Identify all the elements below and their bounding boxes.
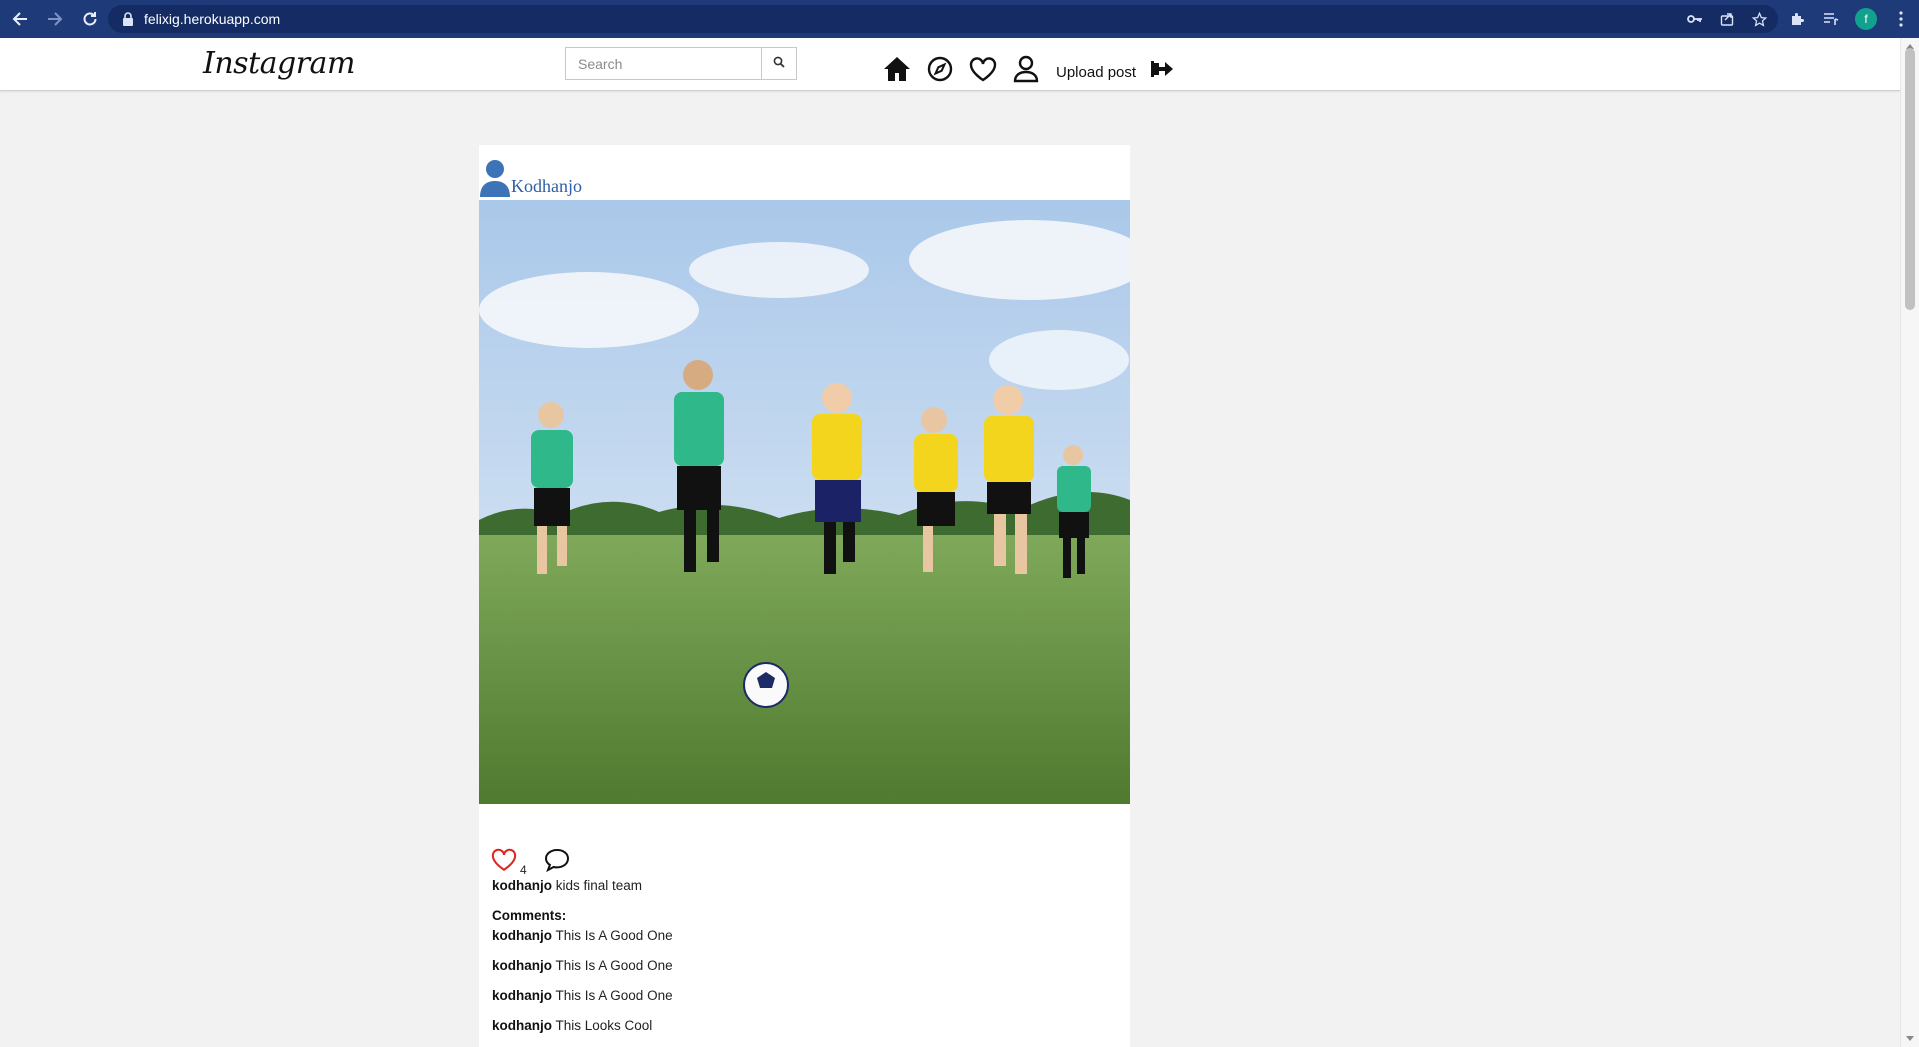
search-button[interactable]: [761, 47, 797, 80]
lock-icon: [120, 11, 136, 27]
post-card: Kodhanjo 4 kodhanjo kids final team Comm…: [479, 145, 1130, 1047]
post-image: [479, 200, 1130, 804]
profile-user-icon[interactable]: [1009, 54, 1043, 84]
comment-item: kodhanjo This Is A Good One: [492, 958, 673, 973]
page-scrollbar[interactable]: [1900, 38, 1919, 1047]
explore-compass-icon[interactable]: [923, 54, 957, 84]
reading-list-icon[interactable]: [1821, 9, 1841, 29]
scroll-down-arrow[interactable]: [1906, 1036, 1914, 1041]
more-vertical-icon[interactable]: [1891, 9, 1911, 29]
search-input[interactable]: [565, 47, 761, 80]
profile-avatar[interactable]: f: [1855, 8, 1877, 30]
post-caption: kodhanjo kids final team: [492, 878, 642, 893]
comment-text: This Is A Good One: [555, 988, 673, 1003]
browser-toolbar: felixig.herokuapp.com f: [0, 0, 1919, 38]
comment-text: This Is A Good One: [555, 958, 673, 973]
comment-item: kodhanjo This Looks Cool: [492, 1018, 652, 1033]
scrollbar-thumb[interactable]: [1905, 48, 1915, 310]
share-icon[interactable]: [1718, 10, 1736, 28]
comment-item: kodhanjo This Is A Good One: [492, 928, 673, 943]
like-count: 4: [520, 863, 527, 877]
comments-heading: Comments:: [492, 908, 567, 923]
heart-activity-icon[interactable]: [966, 54, 1000, 84]
logout-icon[interactable]: [1150, 54, 1174, 84]
nav-icons: Upload post: [880, 54, 1183, 84]
caption-username[interactable]: kodhanjo: [492, 878, 552, 893]
search-icon: [773, 56, 785, 71]
instagram-logo[interactable]: Instagram: [203, 46, 355, 81]
app-navbar: Instagram Upload post: [0, 38, 1900, 91]
post-actions: 4: [491, 848, 570, 877]
comment-username[interactable]: kodhanjo: [492, 958, 552, 973]
comment-item: kodhanjo This Is A Good One: [492, 988, 673, 1003]
key-icon[interactable]: [1686, 10, 1704, 28]
search-form: [565, 47, 797, 80]
user-avatar-icon[interactable]: [479, 159, 511, 199]
upload-post-link[interactable]: Upload post: [1056, 64, 1136, 81]
comment-text: This Is A Good One: [555, 928, 673, 943]
comment-text: This Looks Cool: [555, 1018, 653, 1033]
comment-username[interactable]: kodhanjo: [492, 988, 552, 1003]
home-icon[interactable]: [880, 54, 914, 84]
back-arrow-icon[interactable]: [5, 4, 35, 34]
comment-bubble-icon[interactable]: [544, 848, 570, 877]
reload-icon[interactable]: [75, 4, 105, 34]
star-icon[interactable]: [1750, 10, 1768, 28]
extensions-puzzle-icon[interactable]: [1787, 9, 1807, 29]
post-header: Kodhanjo: [479, 153, 582, 199]
address-bar[interactable]: felixig.herokuapp.com: [108, 5, 1778, 33]
caption-text: kids final team: [555, 878, 643, 893]
url-text: felixig.herokuapp.com: [144, 11, 281, 27]
post-author-link[interactable]: Kodhanjo: [511, 176, 582, 197]
comment-username[interactable]: kodhanjo: [492, 1018, 552, 1033]
comment-username[interactable]: kodhanjo: [492, 928, 552, 943]
like-heart-icon[interactable]: [491, 848, 517, 877]
forward-arrow-icon[interactable]: [40, 4, 70, 34]
